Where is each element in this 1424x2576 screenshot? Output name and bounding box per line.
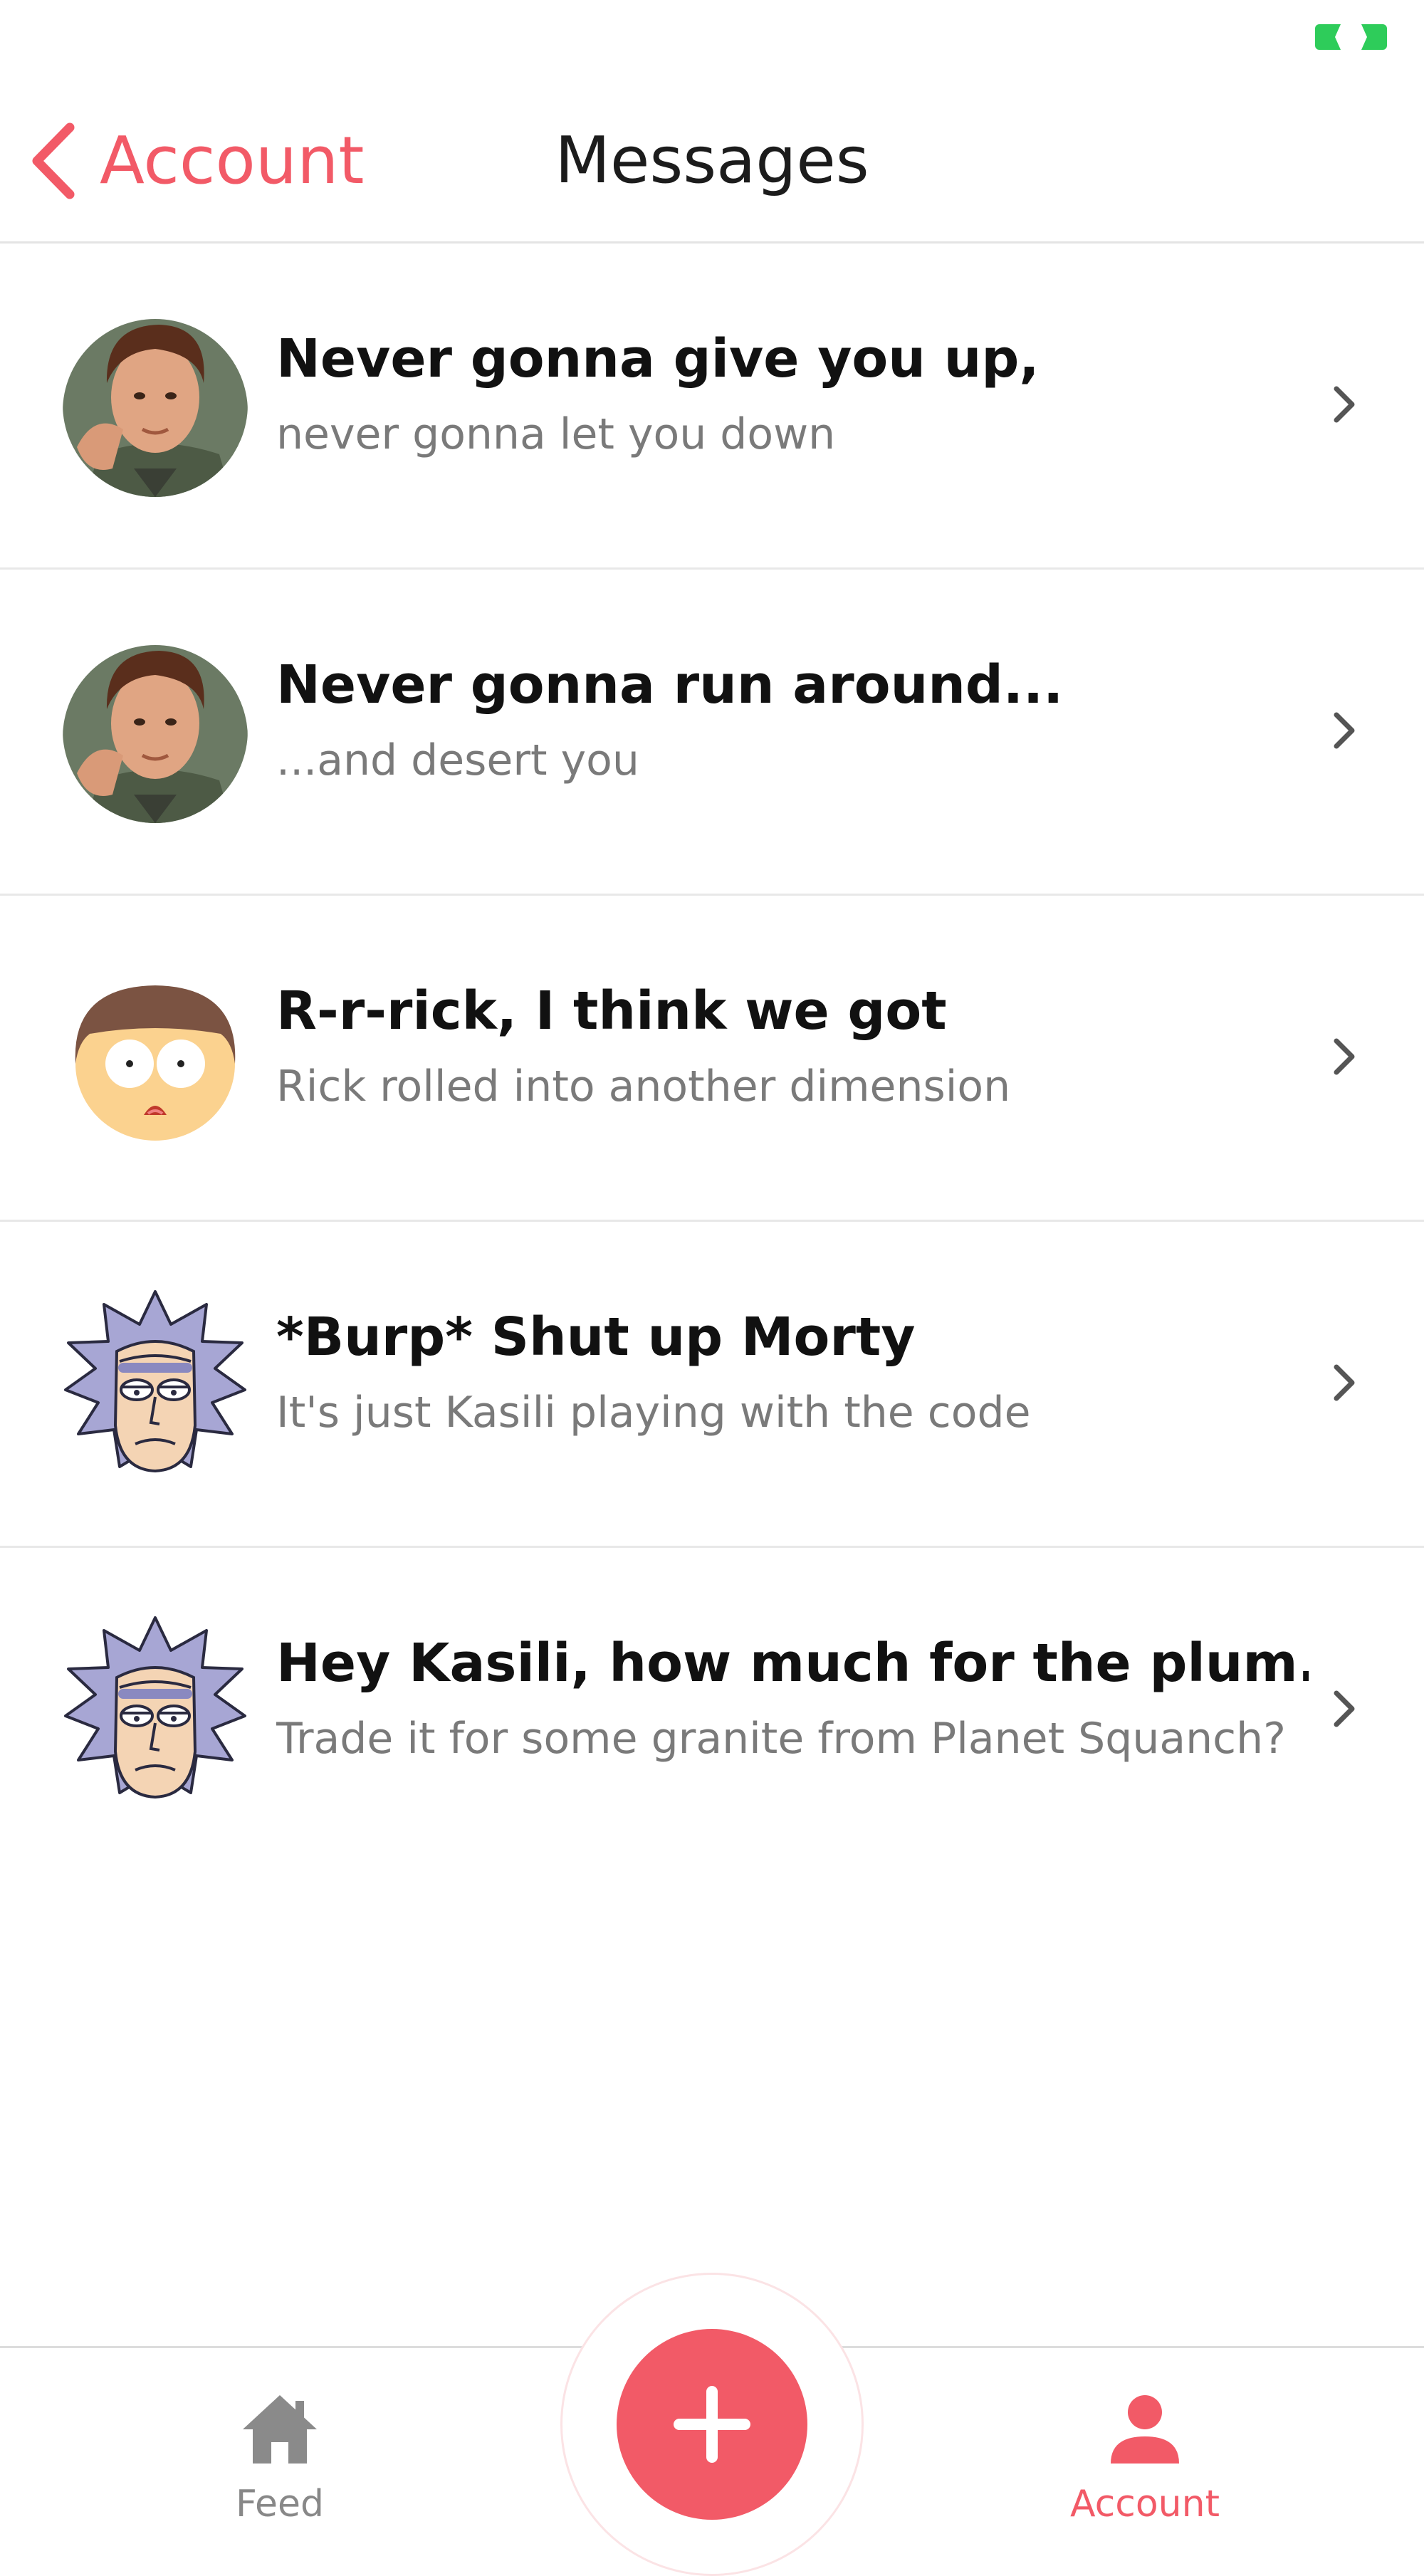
status-bar: [0, 0, 1424, 78]
home-icon: [243, 2395, 317, 2464]
rick-sanchez-avatar: [56, 1609, 255, 1808]
message-preview: never gonna let you down: [276, 410, 836, 459]
message-preview: Rick rolled into another dimension: [276, 1062, 1011, 1111]
tab-feed[interactable]: Feed: [137, 2348, 422, 2535]
message-title: R-r-rick, I think we got: [276, 981, 947, 1042]
tab-account[interactable]: Account: [1002, 2348, 1287, 2535]
message-row[interactable]: R-r-rick, I think we got Rick rolled int…: [0, 896, 1424, 1222]
rick-sanchez-avatar: [56, 1283, 255, 1482]
chevron-right-icon: [1334, 1038, 1355, 1075]
message-row[interactable]: Hey Kasili, how much for the plum... Tra…: [0, 1548, 1424, 1874]
message-title: Hey Kasili, how much for the plum...: [276, 1633, 1309, 1694]
chevron-right-icon: [1334, 1690, 1355, 1727]
message-title: *Burp* Shut up Morty: [276, 1307, 916, 1368]
tab-label: Feed: [235, 2483, 325, 2525]
chevron-right-icon: [1334, 386, 1355, 423]
page-title: Messages: [555, 123, 869, 198]
rick-astley-avatar: [56, 631, 255, 830]
person-icon: [1111, 2395, 1179, 2464]
message-preview: It's just Kasili playing with the code: [276, 1388, 1031, 1438]
morty-avatar: [56, 957, 255, 1156]
navigation-header: Account Messages: [0, 78, 1424, 244]
tab-label: Account: [1070, 2483, 1220, 2525]
message-preview: Trade it for some granite from Planet Sq…: [276, 1714, 1287, 1764]
message-preview: ...and desert you: [276, 736, 639, 785]
battery-icon: [1315, 24, 1387, 50]
chevron-right-icon: [1334, 1364, 1355, 1401]
message-row[interactable]: Never gonna give you up, never gonna let…: [0, 244, 1424, 570]
message-title: Never gonna run around...: [276, 655, 1064, 716]
chevron-right-icon: [1334, 712, 1355, 749]
message-row[interactable]: *Burp* Shut up Morty It's just Kasili pl…: [0, 1222, 1424, 1548]
message-row[interactable]: Never gonna run around... ...and desert …: [0, 570, 1424, 896]
message-title: Never gonna give you up,: [276, 329, 1040, 389]
add-button[interactable]: [617, 2329, 807, 2520]
plus-icon: [674, 2386, 750, 2463]
rick-astley-avatar: [56, 305, 255, 504]
message-list: Never gonna give you up, never gonna let…: [0, 244, 1424, 1874]
